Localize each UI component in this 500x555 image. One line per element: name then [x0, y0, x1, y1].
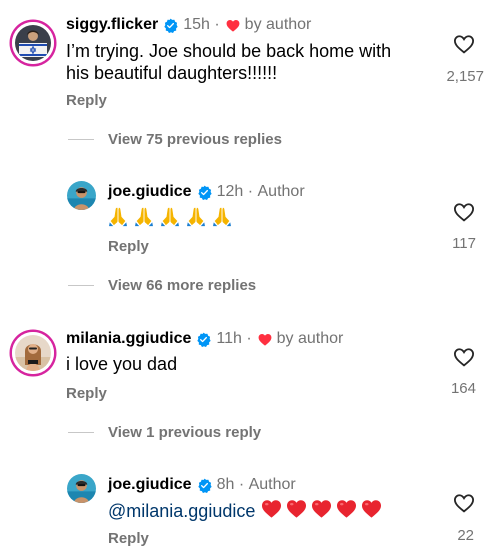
- avatar-joe-giudice[interactable]: [67, 181, 96, 210]
- like-count: 22: [457, 527, 474, 544]
- liked-by-author-label: by author: [244, 16, 312, 33]
- verified-badge-icon: [197, 185, 212, 200]
- thread-line: [68, 285, 94, 286]
- separator-dot: ·: [241, 330, 252, 347]
- like-count: 117: [452, 235, 476, 252]
- username[interactable]: siggy.flicker: [66, 16, 158, 34]
- verified-badge-icon: [196, 332, 211, 347]
- mention-link[interactable]: @milania.ggiudice: [108, 500, 255, 522]
- thread-line: [68, 139, 94, 140]
- folded-hands-icon: [133, 205, 155, 232]
- red-heart-icon: [261, 499, 282, 523]
- view-previous-reply-label: View 1 previous reply: [108, 424, 262, 441]
- like-heart-icon[interactable]: [453, 493, 475, 513]
- separator-dot: ·: [234, 476, 249, 493]
- comment-header: siggy.flicker 15h · by author: [66, 16, 311, 34]
- verified-badge-icon: [197, 478, 212, 493]
- reply-button[interactable]: Reply: [108, 530, 149, 547]
- avatar-joe-giudice[interactable]: [67, 474, 96, 503]
- avatar-milania-ggiudice[interactable]: [12, 332, 54, 374]
- comment-text: @milania.ggiudice: [108, 499, 382, 523]
- username[interactable]: milania.ggiudice: [66, 330, 191, 348]
- view-previous-replies-button[interactable]: View 75 previous replies: [68, 131, 282, 148]
- comment-text: i love you dad: [66, 354, 178, 374]
- like-heart-icon[interactable]: [453, 34, 475, 54]
- view-previous-replies-label: View 75 previous replies: [108, 131, 282, 148]
- like-count: 164: [450, 380, 476, 397]
- author-label: Author: [248, 476, 296, 493]
- folded-hands-icon: [211, 205, 233, 232]
- comment-header: joe.giudice 8h · Author: [108, 476, 296, 494]
- like-heart-icon[interactable]: [453, 347, 475, 367]
- author-label: Author: [257, 183, 305, 200]
- red-heart-icon: [336, 499, 357, 523]
- liked-by-author-label: by author: [276, 330, 344, 347]
- view-more-replies-button[interactable]: View 66 more replies: [68, 277, 256, 294]
- red-heart-icon: [286, 499, 307, 523]
- separator-dot: ·: [209, 16, 220, 33]
- thread-line: [68, 432, 94, 433]
- red-heart-icon: [311, 499, 332, 523]
- verified-badge-icon: [163, 18, 178, 33]
- comment-emoji-row: [261, 499, 382, 523]
- comment-emoji-row: [107, 205, 233, 232]
- like-heart-icon[interactable]: [453, 202, 475, 222]
- timestamp: 8h: [216, 476, 235, 493]
- comment-text-line: I’m trying. Joe should be back home with: [66, 41, 392, 61]
- view-more-replies-label: View 66 more replies: [108, 277, 257, 294]
- username[interactable]: joe.giudice: [108, 183, 192, 201]
- avatar-siggy-flicker[interactable]: [12, 22, 54, 64]
- timestamp: 15h: [183, 16, 210, 33]
- timestamp: 12h: [216, 183, 244, 200]
- separator-dot: ·: [243, 183, 258, 200]
- folded-hands-icon: [185, 205, 207, 232]
- reply-button[interactable]: Reply: [66, 92, 107, 109]
- view-previous-reply-button[interactable]: View 1 previous reply: [68, 424, 261, 441]
- liked-by-author-heart-icon: [226, 19, 240, 32]
- like-count: 2,157: [446, 68, 484, 85]
- comment-text-line: his beautiful daughters!!!!!!: [66, 63, 278, 83]
- red-heart-icon: [361, 499, 382, 523]
- comment-header: joe.giudice 12h · Author: [108, 183, 305, 201]
- folded-hands-icon: [159, 205, 181, 232]
- reply-button[interactable]: Reply: [108, 238, 149, 255]
- comment-text: I’m trying. Joe should be back home with…: [66, 40, 391, 84]
- comment-header: milania.ggiudice 11h · by author: [66, 330, 343, 348]
- username[interactable]: joe.giudice: [108, 476, 192, 494]
- folded-hands-icon: [107, 205, 129, 232]
- liked-by-author-heart-icon: [258, 333, 272, 346]
- timestamp: 11h: [216, 330, 242, 347]
- reply-button[interactable]: Reply: [66, 385, 107, 402]
